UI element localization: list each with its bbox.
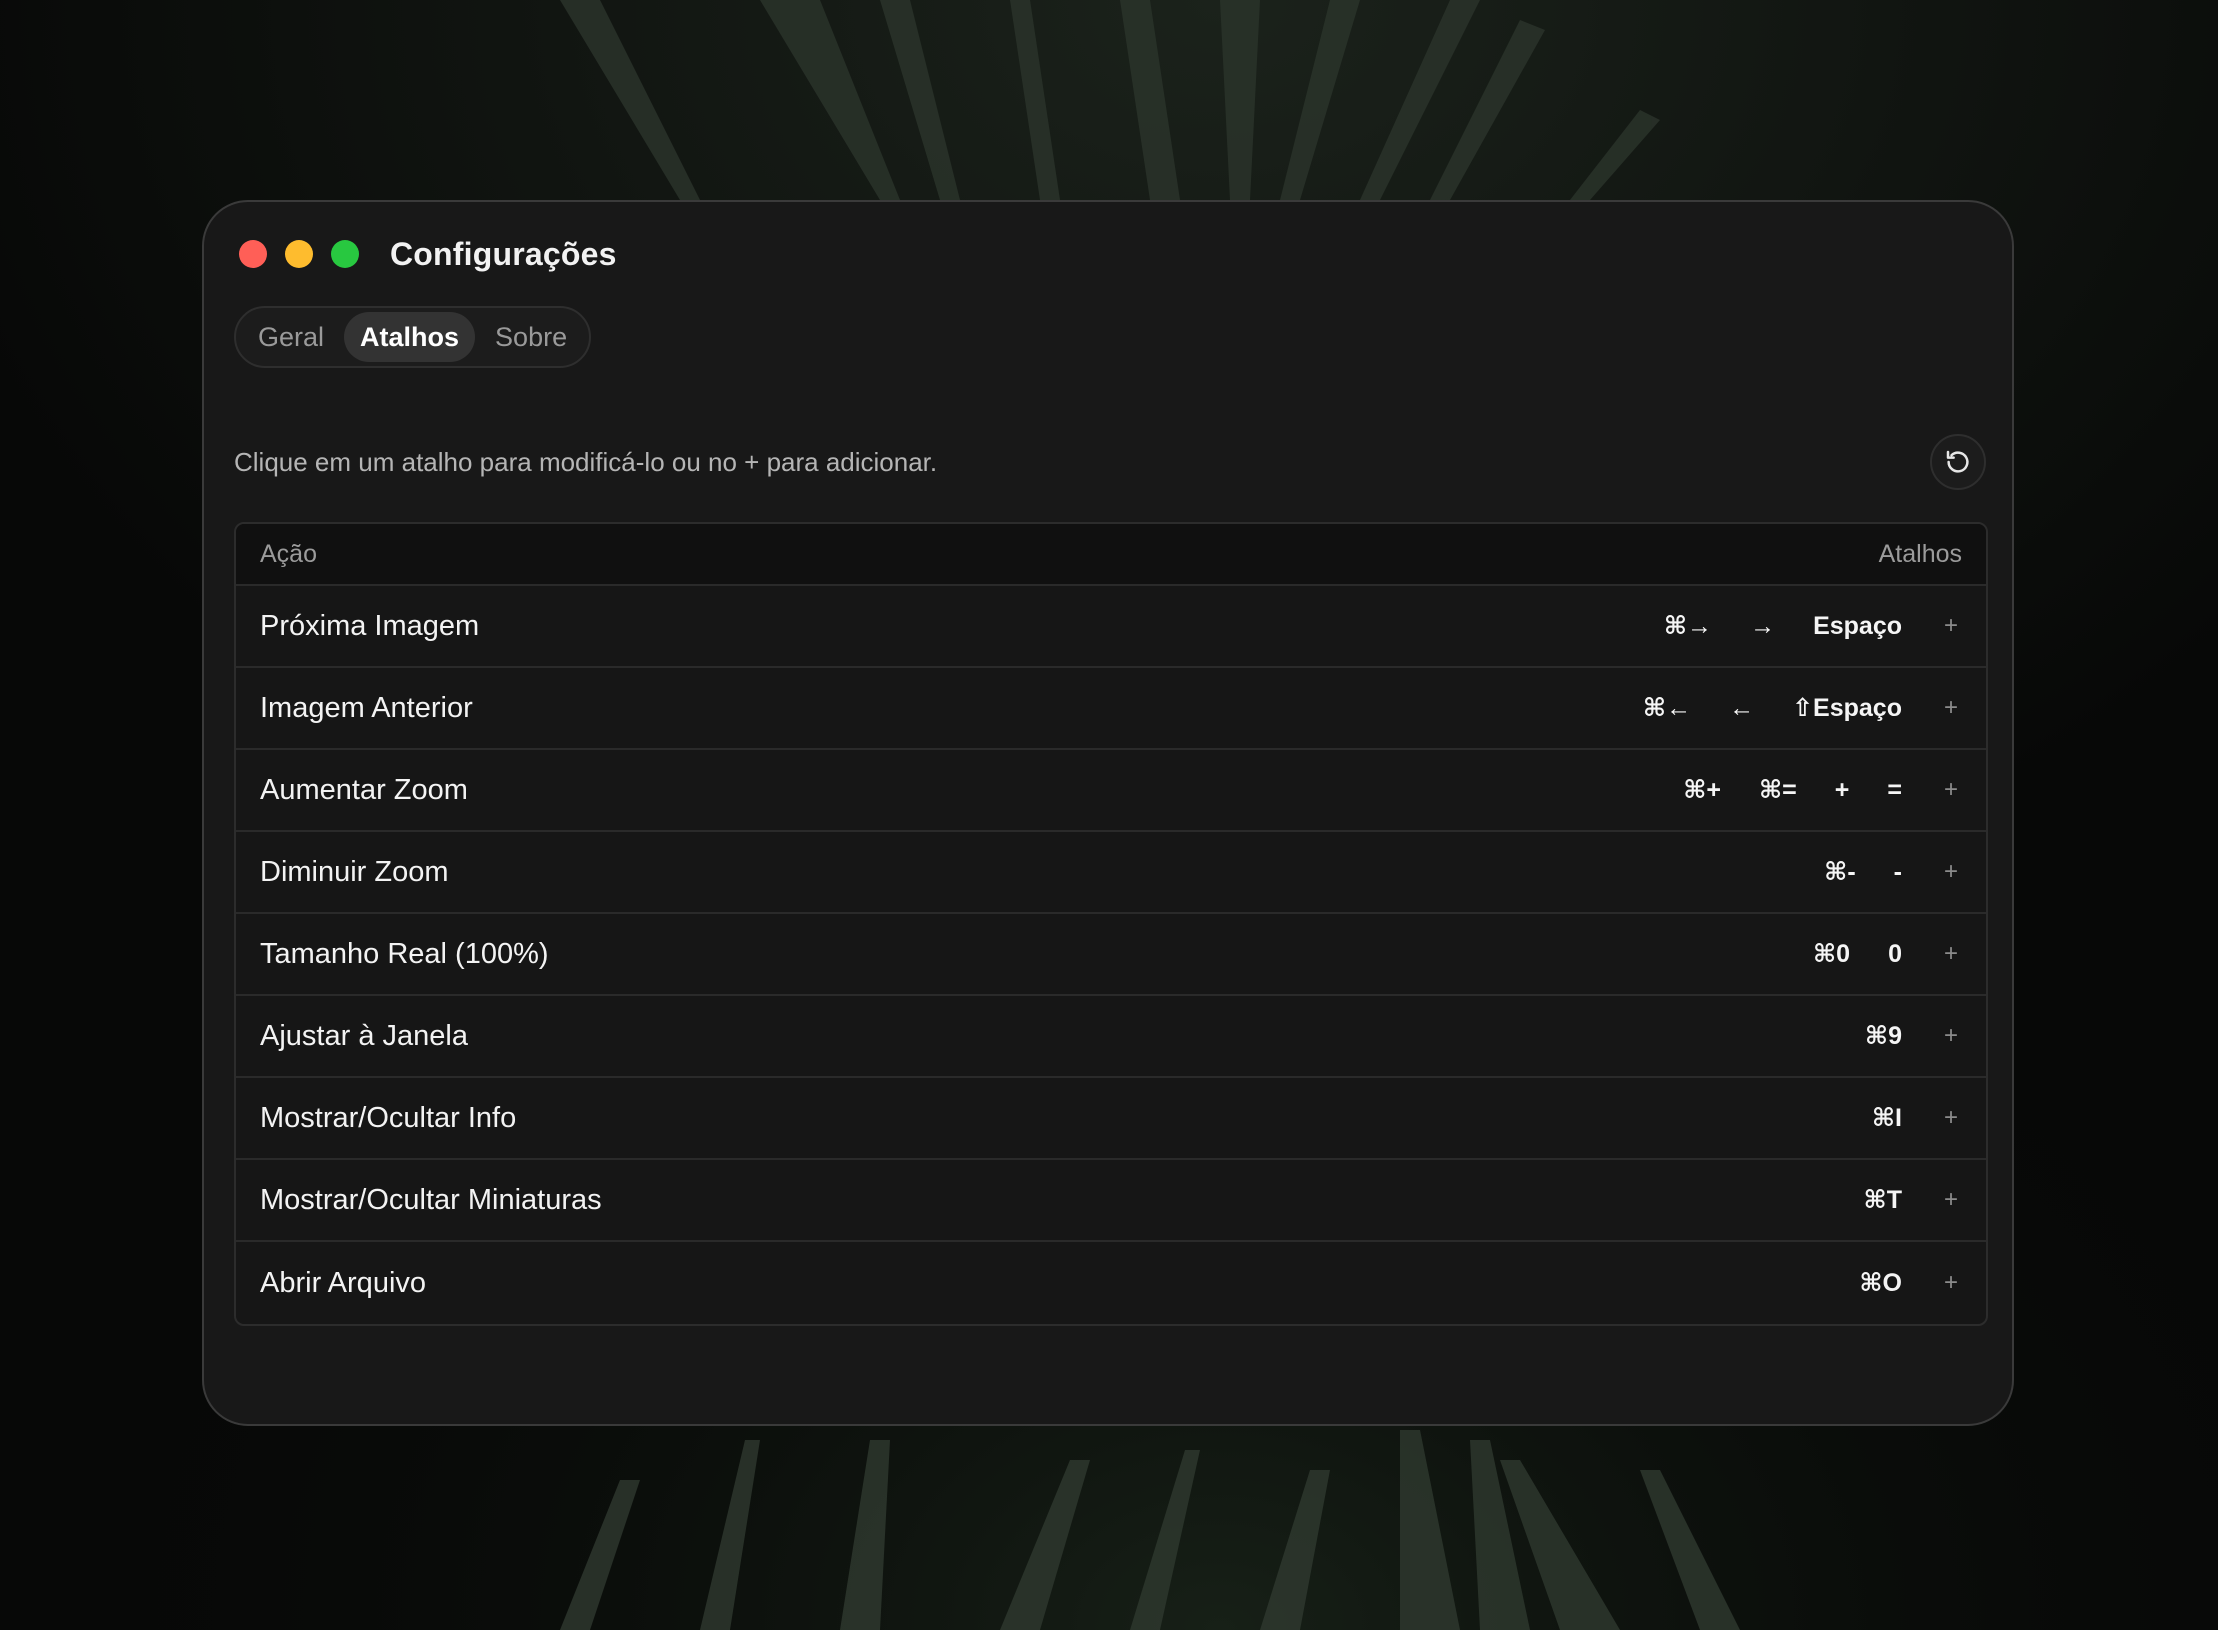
add-shortcut-button[interactable]: + bbox=[1940, 691, 1962, 725]
action-name: Imagem Anterior bbox=[260, 691, 473, 724]
table-row: Próxima Imagem ⌘→ → Espaço + bbox=[236, 586, 1986, 668]
shortcut-key[interactable]: 0 bbox=[1888, 937, 1902, 971]
table-row: Diminuir Zoom ⌘- - + bbox=[236, 832, 1986, 914]
shortcut-key[interactable]: ⌘0 bbox=[1813, 937, 1850, 971]
shortcut-key[interactable]: ⌘9 bbox=[1865, 1019, 1902, 1053]
shortcut-keys: ⌘- - + bbox=[1824, 855, 1962, 889]
window-title: Configurações bbox=[390, 236, 617, 272]
add-shortcut-button[interactable]: + bbox=[1940, 1183, 1962, 1217]
table-row: Imagem Anterior ⌘← ← ⇧Espaço + bbox=[236, 668, 1986, 750]
action-name: Mostrar/Ocultar Miniaturas bbox=[260, 1183, 602, 1216]
title-bar: Configurações bbox=[204, 202, 2012, 302]
shortcut-keys: ⌘→ → Espaço + bbox=[1664, 609, 1962, 643]
action-name: Mostrar/Ocultar Info bbox=[260, 1101, 517, 1134]
add-shortcut-button[interactable]: + bbox=[1940, 773, 1962, 807]
header-shortcuts: Atalhos bbox=[1878, 539, 1962, 568]
add-shortcut-button[interactable]: + bbox=[1940, 1101, 1962, 1135]
shortcut-key[interactable]: ⇧Espaço bbox=[1792, 691, 1902, 725]
table-row: Tamanho Real (100%) ⌘0 0 + bbox=[236, 914, 1986, 996]
action-name: Tamanho Real (100%) bbox=[260, 937, 549, 970]
shortcut-key[interactable]: = bbox=[1887, 773, 1902, 807]
shortcut-keys: ⌘O + bbox=[1859, 1266, 1962, 1300]
shortcuts-table: Ação Atalhos Próxima Imagem ⌘→ → Espaço + Ima… bbox=[234, 522, 1988, 1326]
shortcut-keys: ⌘← ← ⇧Espaço + bbox=[1643, 691, 1962, 725]
shortcut-key[interactable]: - bbox=[1894, 855, 1902, 889]
table-row: Abrir Arquivo ⌘O + bbox=[236, 1242, 1986, 1324]
minimize-button[interactable] bbox=[285, 240, 313, 268]
shortcut-key[interactable]: ← bbox=[1729, 691, 1754, 725]
action-name: Ajustar à Janela bbox=[260, 1019, 468, 1052]
reset-shortcuts-button[interactable] bbox=[1930, 434, 1986, 490]
shortcut-key[interactable]: Espaço bbox=[1813, 609, 1902, 643]
table-body: Próxima Imagem ⌘→ → Espaço + Imagem Anterior ⌘… bbox=[236, 586, 1986, 1324]
add-shortcut-button[interactable]: + bbox=[1940, 1266, 1962, 1300]
action-name: Abrir Arquivo bbox=[260, 1266, 427, 1299]
table-header: Ação Atalhos bbox=[236, 524, 1986, 586]
instructions-text: Clique em um atalho para modificá-lo ou … bbox=[234, 447, 938, 477]
table-row: Mostrar/Ocultar Miniaturas ⌘T + bbox=[236, 1160, 1986, 1242]
zoom-button[interactable] bbox=[331, 240, 359, 268]
tab-bar: Geral Atalhos Sobre bbox=[234, 306, 592, 368]
shortcut-key[interactable]: ⌘+ bbox=[1683, 773, 1721, 807]
add-shortcut-button[interactable]: + bbox=[1940, 1019, 1962, 1053]
tab-sobre[interactable]: Sobre bbox=[479, 312, 583, 362]
shortcut-keys: ⌘I + bbox=[1872, 1101, 1962, 1135]
action-name: Aumentar Zoom bbox=[260, 773, 468, 806]
header-action: Ação bbox=[260, 539, 317, 568]
shortcut-key[interactable]: ⌘→ bbox=[1664, 609, 1712, 643]
table-row: Mostrar/Ocultar Info ⌘I + bbox=[236, 1078, 1986, 1160]
shortcut-key[interactable]: ⌘O bbox=[1859, 1266, 1902, 1300]
shortcut-key[interactable]: ⌘= bbox=[1759, 773, 1797, 807]
shortcut-keys: ⌘0 0 + bbox=[1813, 937, 1962, 971]
table-row: Ajustar à Janela ⌘9 + bbox=[236, 996, 1986, 1078]
reset-icon bbox=[1946, 450, 1969, 473]
shortcut-key[interactable]: ⌘← bbox=[1643, 691, 1691, 725]
shortcut-key[interactable]: + bbox=[1835, 773, 1850, 807]
action-name: Próxima Imagem bbox=[260, 609, 480, 642]
tab-atalhos[interactable]: Atalhos bbox=[344, 312, 476, 362]
add-shortcut-button[interactable]: + bbox=[1940, 937, 1962, 971]
settings-window: Configurações Geral Atalhos Sobre Clique… bbox=[202, 200, 2014, 1426]
shortcut-key[interactable]: → bbox=[1750, 609, 1775, 643]
shortcut-key[interactable]: ⌘T bbox=[1864, 1183, 1902, 1217]
add-shortcut-button[interactable]: + bbox=[1940, 855, 1962, 889]
shortcut-keys: ⌘+ ⌘= + = + bbox=[1683, 773, 1962, 807]
add-shortcut-button[interactable]: + bbox=[1940, 609, 1962, 643]
action-name: Diminuir Zoom bbox=[260, 855, 449, 888]
shortcut-keys: ⌘T + bbox=[1864, 1183, 1962, 1217]
shortcut-key[interactable]: ⌘I bbox=[1872, 1101, 1902, 1135]
tab-geral[interactable]: Geral bbox=[242, 312, 340, 362]
table-row: Aumentar Zoom ⌘+ ⌘= + = + bbox=[236, 750, 1986, 832]
shortcut-keys: ⌘9 + bbox=[1865, 1019, 1962, 1053]
close-button[interactable] bbox=[239, 240, 267, 268]
shortcut-key[interactable]: ⌘- bbox=[1824, 855, 1856, 889]
